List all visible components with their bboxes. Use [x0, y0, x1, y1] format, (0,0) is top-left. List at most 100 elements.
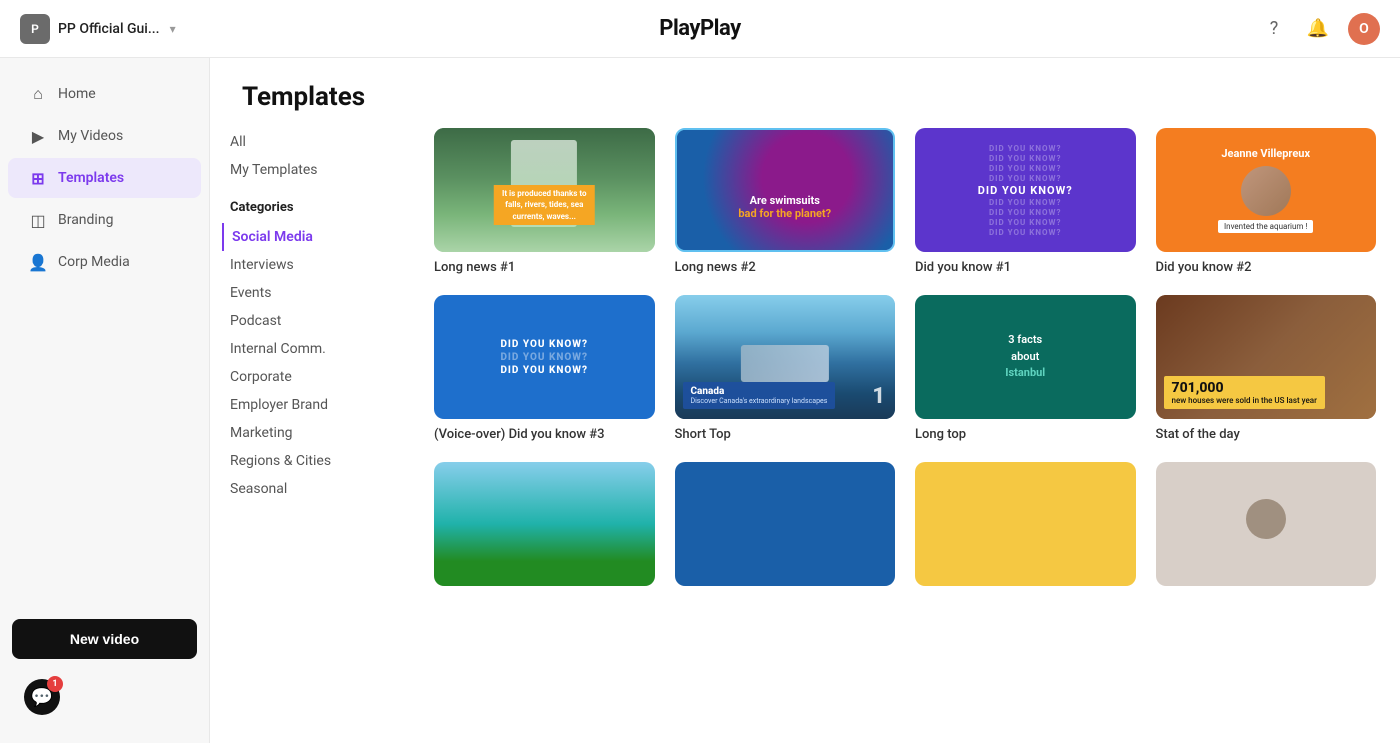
- sidebar-item-templates-label: Templates: [58, 170, 124, 186]
- jeanne-content: Jeanne Villepreux Invented the aquarium …: [1208, 137, 1323, 243]
- sub-nav-interviews[interactable]: Interviews: [230, 251, 390, 279]
- sidebar-item-home[interactable]: ⌂ Home: [8, 74, 201, 114]
- chat-badge: 1: [47, 676, 63, 692]
- canada-badge-num: 1: [872, 384, 885, 409]
- corp-media-icon: 👤: [28, 252, 48, 272]
- canada-badge: Canada Discover Canada's extraordinary l…: [683, 382, 836, 409]
- help-icon[interactable]: ?: [1260, 15, 1288, 43]
- sidebar-item-branding-label: Branding: [58, 212, 113, 228]
- sidebar: ⌂ Home ▶ My Videos ⊞ Templates ◫ Brandin…: [0, 58, 210, 743]
- did-blue-row-1: DID YOU KNOW?: [500, 339, 588, 350]
- istanbul-line3: Istanbul: [1005, 365, 1045, 382]
- template-thumb-stat-of-day: 701,000 new houses were sold in the US l…: [1156, 295, 1377, 419]
- workspace-chevron-icon[interactable]: ▾: [170, 22, 176, 36]
- sub-nav-all[interactable]: All: [230, 128, 390, 156]
- notifications-icon[interactable]: 🔔: [1304, 15, 1332, 43]
- did-row-4: DID YOU KNOW?: [989, 174, 1062, 183]
- main-layout: ⌂ Home ▶ My Videos ⊞ Templates ◫ Brandin…: [0, 58, 1400, 743]
- template-card-bottom-4[interactable]: [1156, 462, 1377, 594]
- did-row-9: DID YOU KNOW?: [989, 228, 1062, 237]
- jeanne-subtitle: Invented the aquarium !: [1218, 220, 1313, 233]
- template-card-stat-of-day[interactable]: 701,000 new houses were sold in the US l…: [1156, 295, 1377, 442]
- template-name-long-news-1: Long news #1: [434, 260, 655, 275]
- did-row-1: DID YOU KNOW?: [989, 144, 1062, 153]
- template-card-bottom-3[interactable]: [915, 462, 1136, 594]
- template-thumb-did-you-know-1: DID YOU KNOW? DID YOU KNOW? DID YOU KNOW…: [915, 128, 1136, 252]
- template-card-long-news-1[interactable]: It is produced thanks tofalls, rivers, t…: [434, 128, 655, 275]
- template-thumb-bottom-1: [434, 462, 655, 586]
- categories-label: Categories: [230, 200, 390, 215]
- sub-nav-events[interactable]: Events: [230, 279, 390, 307]
- app-logo: PlayPlay: [659, 16, 740, 41]
- sidebar-item-corp-media[interactable]: 👤 Corp Media: [8, 242, 201, 282]
- template-thumb-long-news-2: Are swimsuits bad for the planet?: [675, 128, 896, 252]
- template-name-did-you-know-3: (Voice-over) Did you know #3: [434, 427, 655, 442]
- did-row-8: DID YOU KNOW?: [989, 218, 1062, 227]
- new-video-button[interactable]: New video: [12, 619, 197, 659]
- did-blue-row-2: DID YOU KNOW?: [500, 352, 588, 363]
- istanbul-text: 3 facts about Istanbul: [1005, 332, 1045, 382]
- sidebar-item-branding[interactable]: ◫ Branding: [8, 200, 201, 240]
- stat-number: 701,000: [1172, 380, 1317, 396]
- sub-nav-corporate[interactable]: Corporate: [230, 363, 390, 391]
- topbar-center: PlayPlay: [659, 16, 740, 41]
- template-card-bottom-1[interactable]: [434, 462, 655, 594]
- template-card-did-you-know-2[interactable]: Jeanne Villepreux Invented the aquarium …: [1156, 128, 1377, 275]
- sub-nav-social-media[interactable]: Social Media: [222, 223, 390, 251]
- content-area: Templates All My Templates Categories So…: [210, 58, 1400, 743]
- workspace-name: PP Official Gui...: [58, 21, 160, 37]
- template-thumb-bottom-2: [675, 462, 896, 586]
- workspace-avatar: P: [20, 14, 50, 44]
- template-thumb-bottom-3: [915, 462, 1136, 586]
- template-name-did-you-know-2: Did you know #2: [1156, 260, 1377, 275]
- sidebar-item-my-videos[interactable]: ▶ My Videos: [8, 116, 201, 156]
- template-card-bottom-2[interactable]: [675, 462, 896, 594]
- did-row-6: DID YOU KNOW?: [989, 198, 1062, 207]
- user-avatar[interactable]: O: [1348, 13, 1380, 45]
- did-row-2: DID YOU KNOW?: [989, 154, 1062, 163]
- sub-nav-regions-cities[interactable]: Regions & Cities: [230, 447, 390, 475]
- istanbul-line2: about: [1005, 349, 1045, 366]
- home-icon: ⌂: [28, 84, 48, 104]
- template-name-long-top: Long top: [915, 427, 1136, 442]
- sidebar-item-templates[interactable]: ⊞ Templates: [8, 158, 201, 198]
- template-thumb-long-news-1: It is produced thanks tofalls, rivers, t…: [434, 128, 655, 252]
- template-card-did-you-know-3[interactable]: DID YOU KNOW? DID YOU KNOW? DID YOU KNOW…: [434, 295, 655, 442]
- jeanne-title: Jeanne Villepreux: [1218, 147, 1313, 160]
- template-card-did-you-know-1[interactable]: DID YOU KNOW? DID YOU KNOW? DID YOU KNOW…: [915, 128, 1136, 275]
- sub-nav-employer-brand[interactable]: Employer Brand: [230, 391, 390, 419]
- page-title: Templates: [210, 58, 1400, 128]
- canada-badge-sub: Discover Canada's extraordinary landscap…: [691, 397, 828, 405]
- sub-nav-podcast[interactable]: Podcast: [230, 307, 390, 335]
- did-row-3: DID YOU KNOW?: [989, 164, 1062, 173]
- templates-body: All My Templates Categories Social Media…: [210, 128, 1400, 743]
- sub-nav-my-templates[interactable]: My Templates: [230, 156, 390, 184]
- jeanne-portrait: [1241, 166, 1291, 216]
- sub-nav-seasonal[interactable]: Seasonal: [230, 475, 390, 503]
- did-row-main: DID YOU KNOW?: [978, 184, 1073, 197]
- sub-nav-internal-comm[interactable]: Internal Comm.: [230, 335, 390, 363]
- topbar-right: ? 🔔 O: [1260, 13, 1380, 45]
- template-name-short-top: Short Top: [675, 427, 896, 442]
- sub-sidebar: All My Templates Categories Social Media…: [210, 128, 410, 743]
- template-name-long-news-2: Long news #2: [675, 260, 896, 275]
- templates-icon: ⊞: [28, 168, 48, 188]
- chat-button[interactable]: 💬 1: [24, 679, 60, 715]
- template-card-long-news-2[interactable]: Are swimsuits bad for the planet? Long n…: [675, 128, 896, 275]
- topbar-left: P PP Official Gui... ▾: [20, 14, 176, 44]
- canada-badge-title: Canada: [691, 386, 828, 397]
- template-card-long-top[interactable]: 3 facts about Istanbul Long top: [915, 295, 1136, 442]
- sub-nav-marketing[interactable]: Marketing: [230, 419, 390, 447]
- template-card-short-top[interactable]: Canada Discover Canada's extraordinary l…: [675, 295, 896, 442]
- template-thumb-did-you-know-3: DID YOU KNOW? DID YOU KNOW? DID YOU KNOW…: [434, 295, 655, 419]
- template-grid: It is produced thanks tofalls, rivers, t…: [434, 128, 1376, 594]
- did-blue-row-3: DID YOU KNOW?: [500, 365, 588, 376]
- my-videos-icon: ▶: [28, 126, 48, 146]
- sidebar-item-my-videos-label: My Videos: [58, 128, 123, 144]
- template-thumb-did-you-know-2: Jeanne Villepreux Invented the aquarium …: [1156, 128, 1377, 252]
- stat-desc: new houses were sold in the US last year: [1172, 396, 1317, 405]
- template-thumb-short-top: Canada Discover Canada's extraordinary l…: [675, 295, 896, 419]
- sidebar-item-home-label: Home: [58, 86, 96, 102]
- did-row-7: DID YOU KNOW?: [989, 208, 1062, 217]
- topbar: P PP Official Gui... ▾ PlayPlay ? 🔔 O: [0, 0, 1400, 58]
